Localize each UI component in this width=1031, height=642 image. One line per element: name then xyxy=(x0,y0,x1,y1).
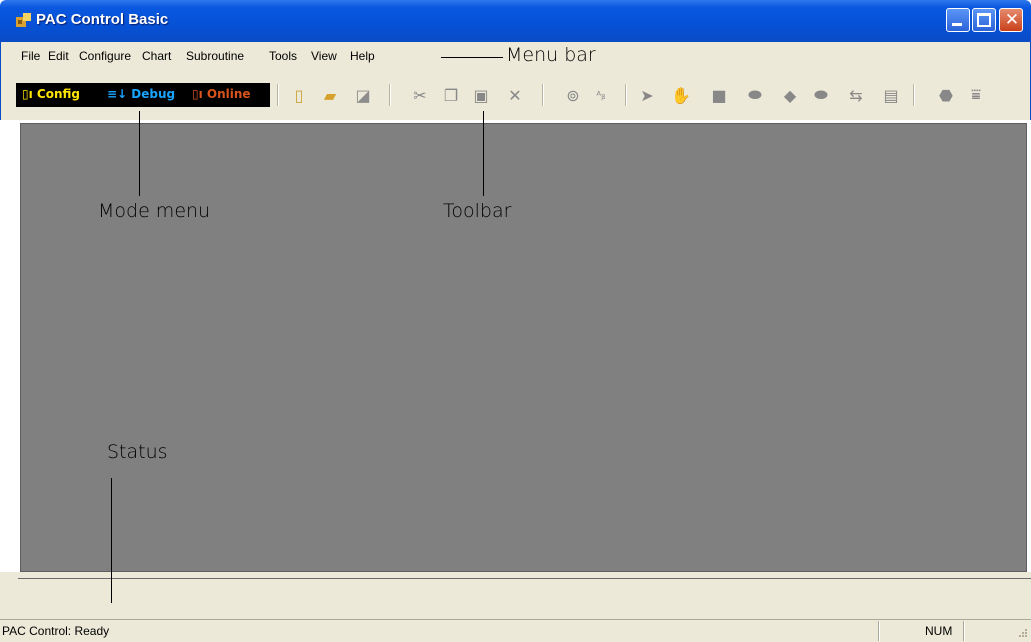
app-icon xyxy=(16,13,31,27)
paste-icon[interactable]: ▣ xyxy=(470,84,492,106)
status-panel-separator xyxy=(878,621,880,641)
menu-edit[interactable]: Edit xyxy=(48,49,69,63)
toolbar-callout-line xyxy=(483,111,484,196)
maximize-button[interactable] xyxy=(972,8,996,32)
num-lock-indicator: NUM xyxy=(925,624,953,638)
mode-config-label: Config xyxy=(36,87,80,101)
toolbar-separator xyxy=(625,84,627,106)
menu-bar-callout-line xyxy=(441,57,503,58)
maximize-icon xyxy=(977,13,991,27)
mode-config-button[interactable]: ▯ı Config xyxy=(22,87,80,101)
find-binoculars-icon[interactable]: ⊚ xyxy=(562,84,584,106)
new-icon[interactable]: ▯ xyxy=(288,84,310,106)
debug-icon: ≡↓ xyxy=(107,87,128,101)
menu-chart[interactable]: Chart xyxy=(142,49,171,63)
status-callout: Status xyxy=(107,441,168,463)
menu-help[interactable]: Help xyxy=(350,49,375,63)
toolbar-separator xyxy=(542,84,544,106)
copy-icon[interactable]: ❐ xyxy=(440,84,462,106)
menu-subroutine[interactable]: Subroutine xyxy=(186,49,244,63)
toolbar-callout: Toolbar xyxy=(443,200,512,222)
output-pane xyxy=(0,572,1031,619)
mode-debug-button[interactable]: ≡↓ Debug xyxy=(107,87,175,101)
io-unit-icon[interactable]: ⩸ xyxy=(965,84,987,106)
menu-tools[interactable]: Tools xyxy=(269,49,297,63)
config-icon: ▯ı xyxy=(22,87,33,101)
status-bar xyxy=(0,619,1031,642)
menu-configure[interactable]: Configure xyxy=(79,49,131,63)
delete-icon[interactable]: ✕ xyxy=(504,84,526,106)
menu-view[interactable]: View xyxy=(311,49,337,63)
open-folder-icon[interactable]: ▰ xyxy=(319,84,341,106)
pan-hand-icon[interactable]: ✋ xyxy=(670,84,692,106)
minimize-button[interactable] xyxy=(946,8,970,32)
pane-divider[interactable] xyxy=(18,578,1031,579)
select-pointer-icon[interactable]: ➤ xyxy=(636,84,658,106)
compile-icon[interactable]: ⬣ xyxy=(935,84,957,106)
resize-grip-icon[interactable] xyxy=(1016,626,1028,638)
mode-menu-callout-line xyxy=(139,111,140,196)
mode-online-label: Online xyxy=(206,87,251,101)
status-text: PAC Control: Ready xyxy=(2,624,110,638)
continue-block-icon[interactable]: ⬬ xyxy=(810,84,832,106)
action-block-icon[interactable]: ■ xyxy=(708,84,730,106)
condition-diamond-icon[interactable]: ◆ xyxy=(779,84,801,106)
mode-debug-label: Debug xyxy=(131,87,176,101)
menu-file[interactable]: File xyxy=(21,49,40,63)
window-title: PAC Control Basic xyxy=(36,11,169,28)
toolbar-separator xyxy=(277,84,279,106)
oval-block-icon[interactable]: ⬬ xyxy=(744,84,766,106)
minimize-icon xyxy=(952,23,962,26)
close-button[interactable]: ✕ xyxy=(999,8,1023,32)
status-callout-line xyxy=(111,478,112,603)
menu-bar-callout: Menu bar xyxy=(506,44,596,66)
connection-icon[interactable]: ⇆ xyxy=(845,84,867,106)
cut-icon[interactable]: ✂ xyxy=(409,84,431,106)
save-icon[interactable]: ◪ xyxy=(352,84,374,106)
close-icon: ✕ xyxy=(1004,10,1020,30)
toolbar-separator xyxy=(389,84,391,106)
replace-icon[interactable]: ᴬᵦ xyxy=(590,84,612,106)
text-block-icon[interactable]: ▤ xyxy=(880,84,902,106)
mode-menu-callout: Mode menu xyxy=(98,200,211,222)
mode-online-button[interactable]: ▯ı Online xyxy=(192,87,251,101)
toolbar-separator xyxy=(913,84,915,106)
main-workspace[interactable] xyxy=(20,123,1027,572)
status-panel-separator xyxy=(963,621,965,641)
online-icon: ▯ı xyxy=(192,87,203,101)
